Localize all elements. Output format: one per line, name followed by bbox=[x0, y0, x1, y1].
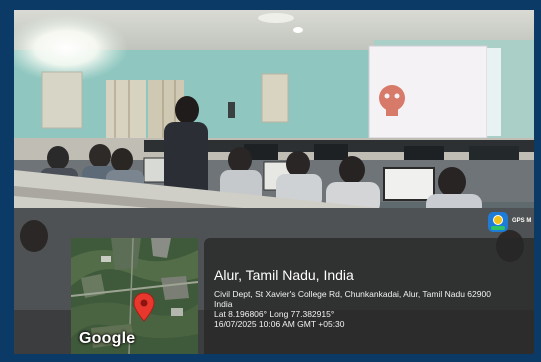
timestamp-line: 16/07/2025 10:06 AM GMT +05:30 bbox=[214, 319, 345, 329]
gps-app-badge: GPS M bbox=[486, 210, 534, 236]
gps-map-camera-icon bbox=[488, 212, 508, 232]
gps-app-label: GPS M bbox=[512, 218, 532, 224]
google-attribution: Google bbox=[79, 330, 136, 347]
coordinates-line: Lat 8.196806° Long 77.382915° bbox=[214, 309, 335, 319]
map-thumbnail[interactable]: Google bbox=[71, 238, 198, 354]
map-pin-icon bbox=[133, 292, 155, 322]
classroom-photo: Google Alur, Tamil Nadu, India Civil Dep… bbox=[14, 10, 534, 354]
address-line: Civil Dept, St Xavier's College Rd, Chun… bbox=[214, 289, 491, 299]
photo-frame: Google Alur, Tamil Nadu, India Civil Dep… bbox=[0, 0, 541, 362]
country-line: India bbox=[214, 299, 233, 309]
gps-info-panel: Alur, Tamil Nadu, India Civil Dept, St X… bbox=[204, 238, 534, 354]
location-title: Alur, Tamil Nadu, India bbox=[214, 267, 354, 283]
